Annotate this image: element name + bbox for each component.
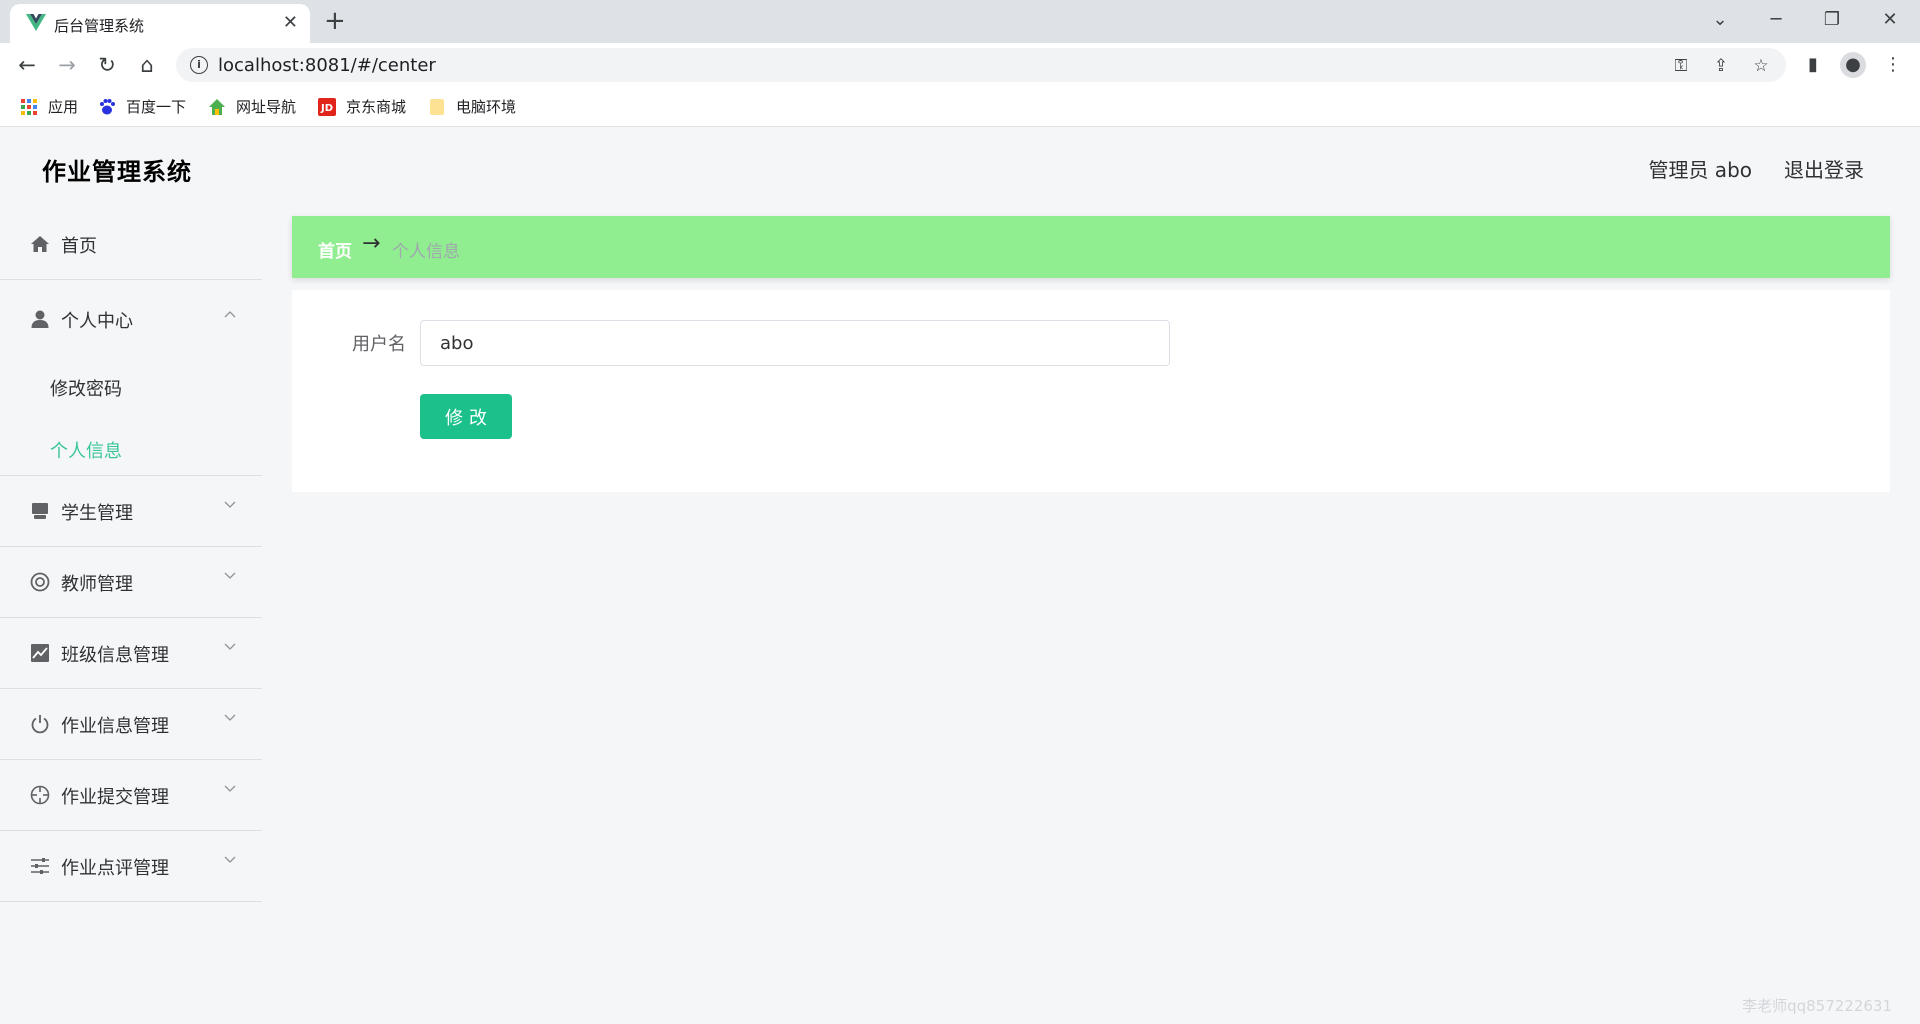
share-icon[interactable]: ⇪ [1710, 55, 1732, 77]
sidebar-item-label: 教师管理 [61, 574, 133, 595]
bookmark-label: 京东商城 [346, 98, 407, 116]
sidebar-subitem-change-password[interactable]: 修改密码 [0, 356, 262, 418]
target-icon [30, 785, 50, 805]
profile-avatar-icon[interactable]: ● [1840, 52, 1866, 78]
jd-icon: JD [318, 98, 336, 116]
vue-logo-icon [26, 14, 46, 31]
sliders-icon [31, 858, 49, 874]
sidebar-item-home[interactable]: 首页 [0, 209, 262, 280]
bookmark-label: 百度一下 [126, 98, 187, 116]
minimize-icon[interactable]: ─ [1756, 6, 1796, 34]
sidebar-item-label: 作业提交管理 [61, 787, 169, 808]
sidebar: 首页 个人中心 修改密码 个人信息 学生管理 教师管理 班级信息管理 作业信息管… [0, 209, 262, 1024]
breadcrumb-current: 个人信息 [392, 242, 460, 262]
sidebar-item-label: 学生管理 [61, 503, 133, 524]
browser-tab[interactable]: 后台管理系统 ✕ [10, 4, 310, 43]
submit-button[interactable]: 修改 [420, 394, 512, 439]
bookmark-label: 网址导航 [236, 98, 297, 116]
sidebar-item-label: 个人中心 [61, 311, 133, 332]
chevron-down-icon [224, 785, 236, 792]
home-browser-icon[interactable]: ⌂ [132, 50, 162, 80]
back-icon[interactable]: ← [12, 50, 42, 80]
baidu-paw-icon [100, 99, 115, 115]
restore-icon[interactable]: ❐ [1812, 6, 1852, 34]
site-info-icon[interactable]: i [190, 56, 208, 74]
close-window-icon[interactable]: ✕ [1870, 6, 1910, 34]
app-header: 作业管理系统 管理员 abo 退出登录 [0, 127, 1920, 209]
sidebar-item-label: 班级信息管理 [61, 645, 169, 666]
bookmarks-bar: 应用 百度一下 网址导航 JD 京东商城 电脑环境 [0, 86, 1920, 127]
power-icon [31, 715, 49, 734]
bookmark-folder[interactable]: 电脑环境 [428, 96, 516, 118]
sidebar-subitem-label: 个人信息 [50, 441, 122, 462]
bookmark-apps[interactable]: 应用 [20, 96, 78, 118]
chevron-down-icon [224, 572, 236, 579]
sidebar-item-teachers[interactable]: 教师管理 [0, 547, 262, 618]
sidebar-item-personal-center[interactable]: 个人中心 [0, 280, 262, 356]
folder-icon [430, 99, 444, 115]
sidebar-item-label: 作业信息管理 [61, 716, 169, 737]
browser-tabstrip: 后台管理系统 ✕ + ⌄ ─ ❐ ✕ [0, 0, 1920, 43]
sidebar-group-personal-center: 个人中心 修改密码 个人信息 [0, 280, 262, 476]
sidebar-item-label: 首页 [61, 236, 97, 257]
bookmark-jd[interactable]: JD 京东商城 [318, 96, 406, 118]
tab-search-icon[interactable]: ⌄ [1700, 6, 1740, 34]
sidebar-item-students[interactable]: 学生管理 [0, 476, 262, 547]
sidebar-item-classes[interactable]: 班级信息管理 [0, 618, 262, 689]
more-menu-icon[interactable]: ⋮ [1880, 52, 1906, 78]
monitor-icon [32, 503, 48, 519]
chevron-up-icon [224, 311, 236, 318]
breadcrumb-arrow-icon: → [362, 231, 381, 256]
sidebar-item-label: 作业点评管理 [61, 858, 169, 879]
sidebar-item-homework-review[interactable]: 作业点评管理 [0, 831, 262, 902]
main-content: 首页 → 个人信息 用户名 修改 [292, 216, 1890, 492]
reload-icon[interactable]: ↻ [92, 50, 122, 80]
user-icon [31, 310, 49, 328]
address-bar[interactable]: i localhost:8081/#/center ⚿ ⇪ ☆ [176, 48, 1786, 82]
browser-toolbar: ← → ↻ ⌂ i localhost:8081/#/center ⚿ ⇪ ☆ … [0, 43, 1920, 86]
sidebar-subitem-label: 修改密码 [50, 379, 122, 400]
bookmark-label: 电脑环境 [456, 98, 517, 116]
username-input[interactable] [420, 320, 1170, 366]
username-label: 用户名 [352, 334, 406, 355]
lifebuoy-icon [30, 572, 50, 592]
breadcrumb: 首页 → 个人信息 [292, 216, 1890, 278]
watermark: 李老师qq857222631 [1742, 997, 1892, 1015]
new-tab-icon[interactable]: + [324, 6, 346, 36]
apps-grid-icon [21, 99, 37, 115]
current-user: 管理员 abo [1648, 158, 1752, 182]
chart-icon [31, 644, 49, 662]
url-text[interactable]: localhost:8081/#/center [218, 55, 436, 76]
bookmark-label: 应用 [48, 98, 79, 116]
sidebar-subitem-personal-info[interactable]: 个人信息 [0, 418, 262, 475]
side-panel-icon[interactable]: ▮ [1800, 52, 1826, 78]
chevron-down-icon [224, 856, 236, 863]
profile-form: 用户名 修改 [292, 290, 1890, 492]
forward-icon[interactable]: → [52, 50, 82, 80]
svg-text:JD: JD [320, 103, 333, 114]
key-icon[interactable]: ⚿ [1670, 55, 1692, 77]
star-icon[interactable]: ☆ [1750, 55, 1772, 77]
logout-button[interactable]: 退出登录 [1784, 154, 1864, 183]
sidebar-item-homework-info[interactable]: 作业信息管理 [0, 689, 262, 760]
sidebar-item-homework-submission[interactable]: 作业提交管理 [0, 760, 262, 831]
chevron-down-icon [224, 714, 236, 721]
breadcrumb-home-link[interactable]: 首页 [318, 237, 352, 262]
bookmark-baidu[interactable]: 百度一下 [98, 96, 186, 118]
chevron-down-icon [224, 501, 236, 508]
hao123-icon [209, 99, 225, 115]
chevron-down-icon [224, 643, 236, 650]
tab-title: 后台管理系统 [54, 17, 145, 35]
home-icon [31, 236, 49, 252]
bookmark-hao123[interactable]: 网址导航 [208, 96, 296, 118]
close-tab-icon[interactable]: ✕ [283, 13, 298, 33]
app-title: 作业管理系统 [42, 158, 192, 186]
